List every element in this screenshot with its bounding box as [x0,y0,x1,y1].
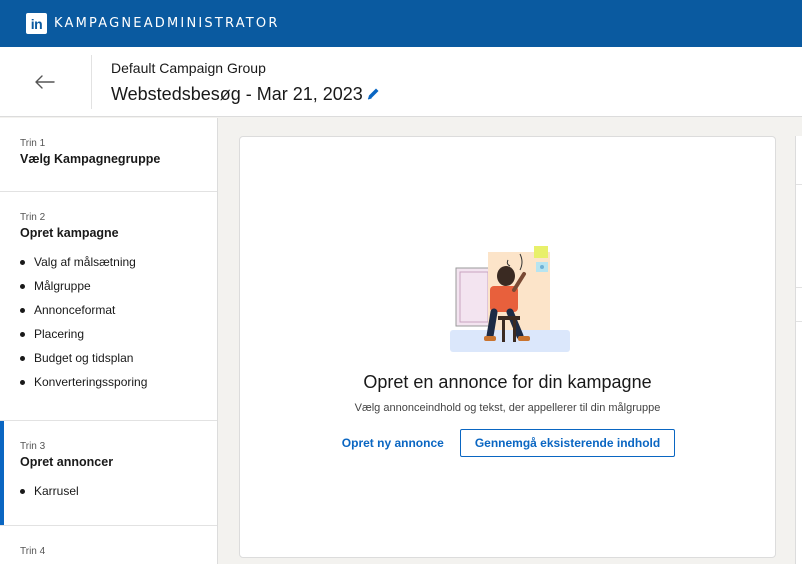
card-actions: Opret ny annonce Gennemgå eksisterende i… [240,429,775,457]
app-title: KAMPAGNEADMINISTRATOR [54,16,280,31]
substep-budget[interactable]: Budget og tidsplan [20,346,217,370]
right-panel [795,136,802,564]
divider [796,321,802,322]
header-divider [91,55,92,109]
create-ad-card: Opret en annonce for din kampagne Vælg a… [239,136,776,558]
substep-carousel[interactable]: Karrusel [20,479,217,503]
step-title: Opret kampagne [20,226,119,240]
substep-ad-format[interactable]: Annonceformat [20,298,217,322]
step-number: Trin 3 [20,441,46,452]
step-number: Trin 2 [20,212,46,223]
sidebar-step-4[interactable]: Trin 4 [0,526,217,564]
steps-sidebar: Trin 1 Vælg Kampagnegruppe Trin 2 Opret … [0,118,218,564]
step-title: Vælg Kampagnegruppe [20,152,161,166]
divider [796,184,802,185]
edit-campaign-name-button[interactable] [363,84,383,104]
sidebar-step-3[interactable]: Trin 3 Opret annoncer Karrusel [0,421,217,526]
bullet-icon [20,355,25,361]
card-title: Opret en annonce for din kampagne [363,372,652,392]
campaign-group-name: Default Campaign Group [111,60,266,76]
pencil-icon [367,88,379,100]
step-number: Trin 1 [20,138,46,149]
sidebar-step-2[interactable]: Trin 2 Opret kampagne Valg af målsætning… [0,192,217,421]
create-new-ad-button[interactable]: Opret ny annonce [340,432,446,454]
arrow-left-icon [35,75,55,89]
campaign-name: Webstedsbesøg - Mar 21, 2023 [111,84,363,104]
bullet-icon [20,307,25,313]
substep-conversion-tracking[interactable]: Konverteringssporing [20,370,217,394]
page-header: Default Campaign Group Webstedsbesøg - M… [0,47,802,117]
linkedin-logo-icon[interactable]: in [26,13,47,34]
substep-objective[interactable]: Valg af målsætning [20,250,217,274]
person-drawing-illustration [450,246,570,352]
review-existing-content-button[interactable]: Gennemgå eksisterende indhold [459,429,676,457]
bullet-icon [20,283,25,289]
step-number: Trin 4 [20,546,46,557]
divider [796,287,802,288]
back-button[interactable] [30,67,60,97]
card-subtitle: Vælg annonceindhold og tekst, der appell… [354,402,661,414]
bullet-icon [20,379,25,385]
bullet-icon [20,259,25,265]
bullet-icon [20,331,25,337]
sidebar-step-1[interactable]: Trin 1 Vælg Kampagnegruppe [0,118,217,192]
top-bar: in KAMPAGNEADMINISTRATOR [0,0,802,47]
substep-placement[interactable]: Placering [20,322,217,346]
bullet-icon [20,488,25,494]
step-title: Opret annoncer [20,455,114,469]
substep-audience[interactable]: Målgruppe [20,274,217,298]
